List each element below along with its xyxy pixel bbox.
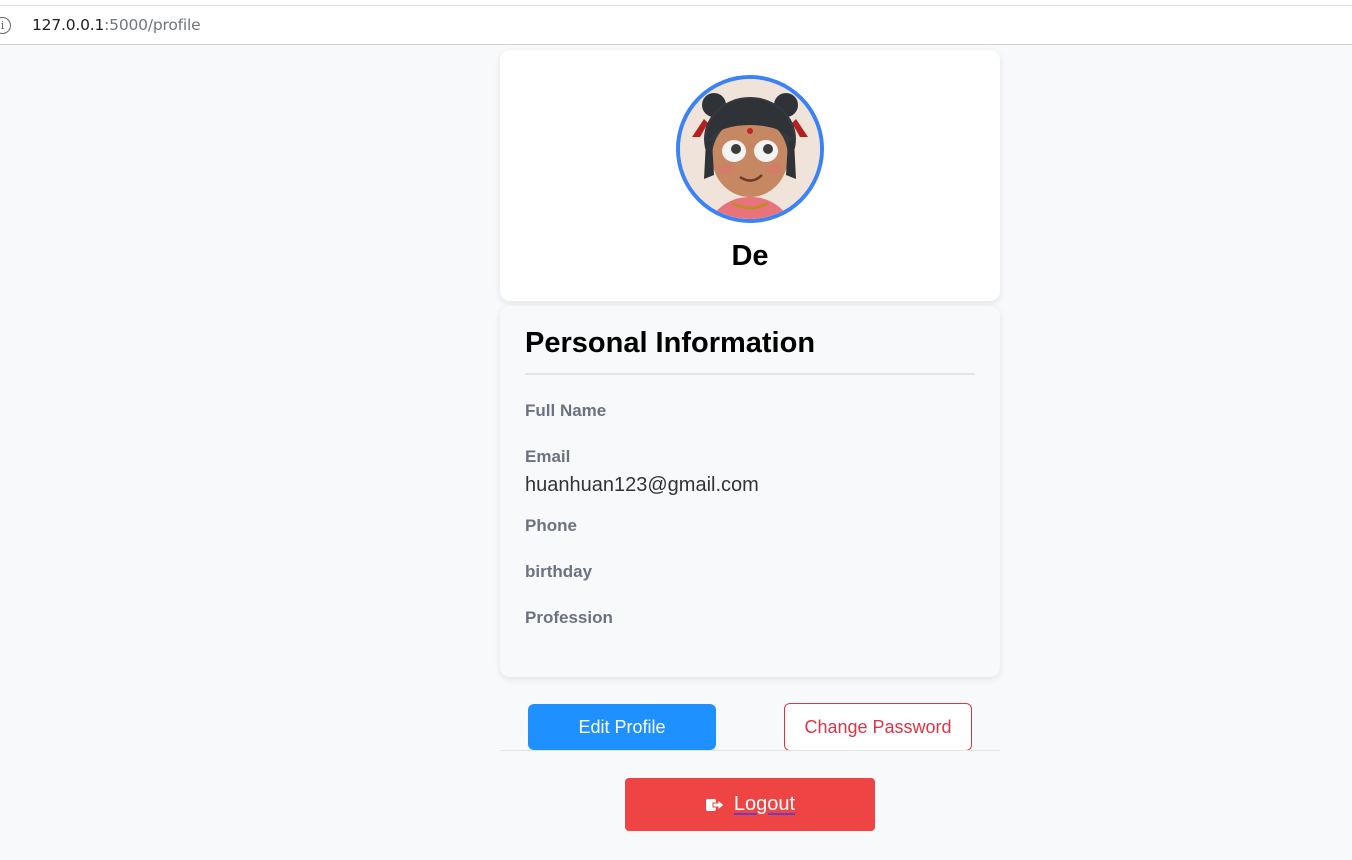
avatar (676, 75, 824, 223)
avatar-image (680, 79, 820, 219)
field-label-phone: Phone (525, 516, 577, 535)
logout-label: Logout (733, 793, 796, 815)
personal-info-card: Personal Information Full Name Email hua… (500, 306, 1000, 677)
profile-username: De (731, 240, 769, 272)
edit-profile-button[interactable]: Edit Profile (528, 704, 716, 750)
change-password-button[interactable]: Change Password (784, 703, 972, 751)
section-title: Personal Information (525, 327, 816, 359)
url-path: :5000/profile (104, 16, 201, 34)
info-icon[interactable]: i (0, 17, 11, 34)
address-bar[interactable]: i 127.0.0.1:5000/profile (0, 6, 1352, 45)
actions-divider (500, 750, 1000, 751)
logout-button[interactable]: Logout (625, 778, 875, 831)
logout-icon (705, 798, 725, 811)
field-label-email: Email (525, 447, 571, 466)
field-label-profession: Profession (525, 608, 613, 627)
profile-card: De (500, 50, 1000, 301)
change-password-label: Change Password (804, 716, 952, 737)
field-value-email: huanhuan123@gmail.com (525, 474, 759, 496)
field-label-birthday: birthday (525, 562, 593, 581)
section-divider (525, 373, 975, 375)
edit-profile-label: Edit Profile (578, 716, 666, 737)
logout-link[interactable]: Logout (705, 793, 795, 816)
url-text[interactable]: 127.0.0.1:5000/profile (32, 16, 201, 34)
field-label-full-name: Full Name (525, 401, 607, 420)
url-host: 127.0.0.1 (32, 16, 105, 34)
